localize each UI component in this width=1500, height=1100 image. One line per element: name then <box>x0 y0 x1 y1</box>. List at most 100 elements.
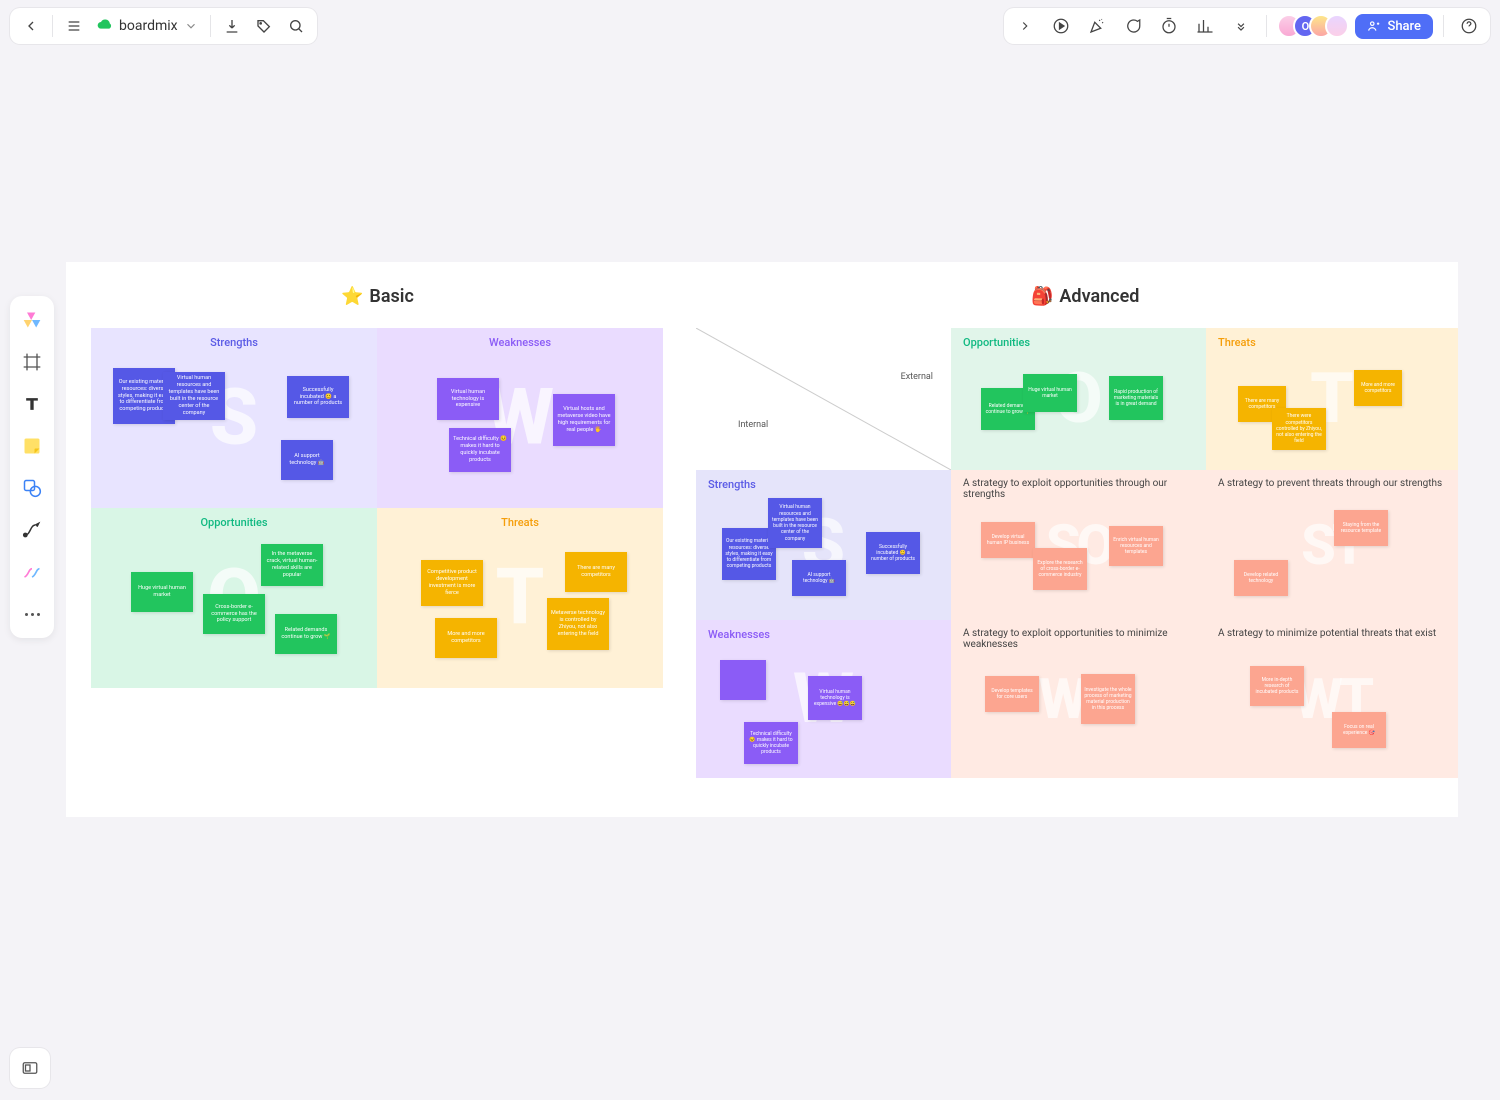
quad-title: Opportunities <box>200 516 267 529</box>
sticky-note[interactable]: Successfully incubated 😊 a number of pro… <box>866 532 920 574</box>
cloud-icon <box>97 16 113 36</box>
more-tools[interactable] <box>16 598 48 630</box>
sticky-note[interactable]: Technical difficulty 😣 makes it hard to … <box>744 722 798 764</box>
menu-button[interactable] <box>59 11 89 41</box>
more-down-button[interactable] <box>1226 11 1256 41</box>
download-button[interactable] <box>217 11 247 41</box>
sticky-note[interactable]: More and more competitors <box>1354 370 1402 406</box>
collaborator-avatars[interactable]: O <box>1277 14 1349 38</box>
star-icon: ⭐ <box>341 286 363 307</box>
document-title-dropdown[interactable]: boardmix <box>91 16 204 36</box>
sticky-note[interactable]: Huge virtual human market <box>131 572 193 612</box>
sticky-note-tool[interactable] <box>16 430 48 462</box>
sticky-note[interactable]: Related demands continue to grow 🌱 <box>275 614 337 654</box>
advanced-swot[interactable]: External Internal O Opportunities Relate… <box>696 328 1458 778</box>
sticky-note[interactable]: Enrich virtual human resources and templ… <box>1109 526 1163 566</box>
quadrant-weaknesses[interactable]: W Weaknesses Virtual human technology is… <box>377 328 663 508</box>
cell-axis[interactable]: External Internal <box>696 328 951 470</box>
document-title: boardmix <box>119 18 178 34</box>
share-button[interactable]: Share <box>1355 14 1433 39</box>
sticky-note[interactable]: Focus on real experience 🎯 <box>1332 712 1386 748</box>
sticky-note[interactable]: Metaverse technology is controlled by Zh… <box>547 598 609 650</box>
back-button[interactable] <box>16 11 46 41</box>
strategy-text: A strategy to minimize potential threats… <box>1218 628 1446 639</box>
sticky-note[interactable]: Competitive product development investme… <box>421 560 483 606</box>
avatar[interactable] <box>1325 14 1349 38</box>
sticky-note[interactable]: Cross-border e-commerce has the policy s… <box>203 594 265 634</box>
left-toolbar <box>10 296 54 638</box>
sticky-note[interactable]: Virtual human resources and templates ha… <box>163 372 225 420</box>
sticky-note[interactable]: There were competitors controlled by Zhi… <box>1272 408 1326 450</box>
sticky-note[interactable]: More and more competitors <box>435 618 497 658</box>
cell-wt[interactable]: WT A strategy to minimize potential thre… <box>1206 620 1458 778</box>
basic-title-text: Basic <box>369 286 413 307</box>
quadrant-threats[interactable]: T Threats Competitive product developmen… <box>377 508 663 688</box>
confetti-button[interactable] <box>1082 11 1112 41</box>
sticky-note[interactable]: Rapid production of marketing materials … <box>1109 376 1163 420</box>
strategy-text: A strategy to exploit opportunities thro… <box>963 478 1194 500</box>
share-label: Share <box>1387 19 1421 34</box>
cell-strengths[interactable]: S Strengths Our existing material resour… <box>696 470 951 620</box>
cell-title: Weaknesses <box>708 628 770 641</box>
quadrant-opportunities[interactable]: O Opportunities Huge virtual human marke… <box>91 508 377 688</box>
label-internal: Internal <box>738 420 768 430</box>
advanced-title[interactable]: 🎒 Advanced <box>1031 286 1139 307</box>
basic-title[interactable]: ⭐ Basic <box>341 286 414 307</box>
advanced-title-text: Advanced <box>1059 286 1139 307</box>
pen-tool[interactable] <box>16 556 48 588</box>
canvas[interactable]: ⭐ Basic 🎒 Advanced S Strengths Our exist… <box>66 262 1458 817</box>
shape-outline-tool[interactable] <box>16 472 48 504</box>
chart-button[interactable] <box>1190 11 1220 41</box>
cell-threats[interactable]: T Threats There are many competitors Mor… <box>1206 328 1458 470</box>
shapes-tool[interactable] <box>16 304 48 336</box>
sticky-note[interactable]: Staying from the resource template <box>1334 510 1388 546</box>
label-external: External <box>901 372 933 382</box>
topbar-right: O Share <box>1004 8 1490 44</box>
sticky-note[interactable]: Develop virtual human IP business <box>981 522 1035 558</box>
cell-wo[interactable]: WO A strategy to exploit opportunities t… <box>951 620 1206 778</box>
cell-so[interactable]: SO A strategy to exploit opportunities t… <box>951 470 1206 620</box>
sticky-note[interactable]: Develop related technology <box>1234 560 1288 596</box>
backpack-icon: 🎒 <box>1031 286 1053 307</box>
divider <box>210 15 211 37</box>
sticky-note[interactable]: Virtual human technology is expensive <box>437 378 499 420</box>
timer-button[interactable] <box>1154 11 1184 41</box>
sticky-note[interactable]: Virtual human technology is expensive 😅😅… <box>808 676 862 720</box>
cell-weaknesses[interactable]: W Weaknesses Virtual human technology is… <box>696 620 951 778</box>
sticky-note[interactable]: AI support technology 🤖 <box>792 560 846 596</box>
sticky-note[interactable]: Develop templates for core users <box>985 676 1039 712</box>
cell-opportunities[interactable]: O Opportunities Related demands continue… <box>951 328 1206 470</box>
play-button[interactable] <box>1046 11 1076 41</box>
basic-swot[interactable]: S Strengths Our existing material resour… <box>91 328 663 688</box>
divider <box>1266 15 1267 37</box>
sticky-note[interactable]: Technical difficulty 😣 makes it hard to … <box>449 428 511 472</box>
tag-button[interactable] <box>249 11 279 41</box>
quad-title: Strengths <box>210 336 258 349</box>
text-tool[interactable] <box>16 388 48 420</box>
quadrant-strengths[interactable]: S Strengths Our existing material resour… <box>91 328 377 508</box>
letter: T <box>496 553 545 644</box>
sticky-note[interactable] <box>720 660 766 700</box>
comment-button[interactable] <box>1118 11 1148 41</box>
sticky-note[interactable]: Successfully incubated 😊 a number of pro… <box>287 376 349 418</box>
search-button[interactable] <box>281 11 311 41</box>
sticky-note[interactable]: Virtual human resources and templates ha… <box>768 498 822 548</box>
pages-panel-button[interactable] <box>10 1048 50 1088</box>
quad-title: Threats <box>501 516 539 529</box>
cell-st[interactable]: ST A strategy to prevent threats through… <box>1206 470 1458 620</box>
sticky-note[interactable]: There are many competitors <box>565 552 627 592</box>
divider <box>1443 15 1444 37</box>
sticky-note[interactable]: Virtual hosts and metaverse video have h… <box>553 394 615 446</box>
frame-tool[interactable] <box>16 346 48 378</box>
sticky-note[interactable]: In the metaverse crack, virtual human-re… <box>261 544 323 586</box>
help-button[interactable] <box>1454 11 1484 41</box>
sticky-note[interactable]: Huge virtual human market <box>1023 374 1077 412</box>
chevron-down-icon <box>184 19 198 33</box>
sticky-note[interactable]: Investigate the whole process of marketi… <box>1081 674 1135 724</box>
expand-button[interactable] <box>1010 11 1040 41</box>
topbar-left: boardmix <box>10 8 317 44</box>
connector-tool[interactable] <box>16 514 48 546</box>
sticky-note[interactable]: More in-depth research of incubated prod… <box>1250 666 1304 706</box>
sticky-note[interactable]: AI support technology 🤖 <box>281 440 333 480</box>
sticky-note[interactable]: Explore the research of cross-border e-c… <box>1033 548 1087 590</box>
